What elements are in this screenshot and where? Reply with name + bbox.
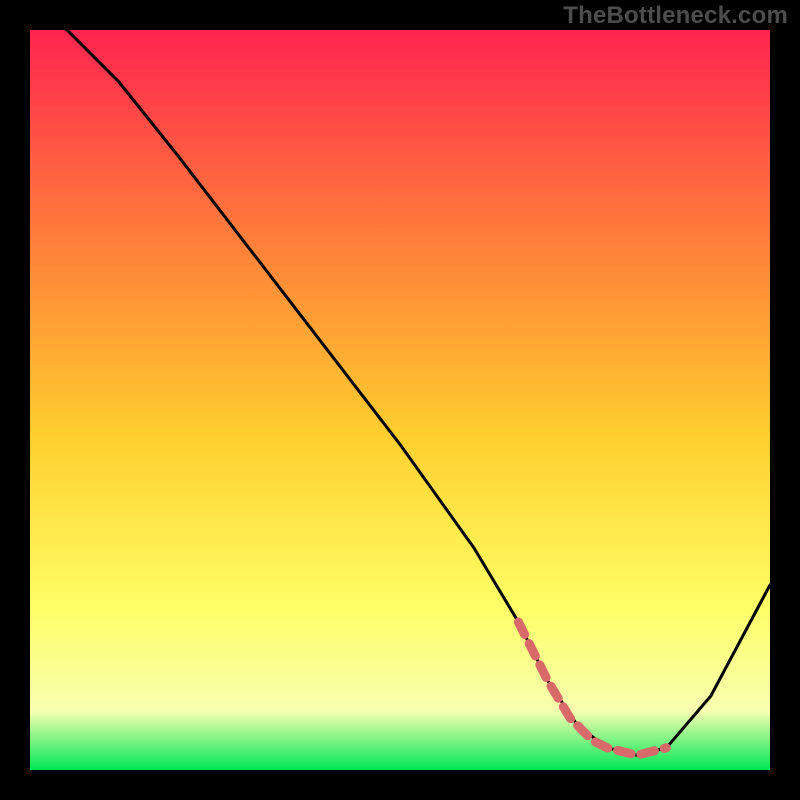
gradient-background	[30, 30, 770, 770]
plot-svg	[30, 30, 770, 770]
watermark-text: TheBottleneck.com	[563, 2, 788, 30]
chart-stage: TheBottleneck.com	[0, 0, 800, 800]
plot-area	[30, 30, 770, 770]
